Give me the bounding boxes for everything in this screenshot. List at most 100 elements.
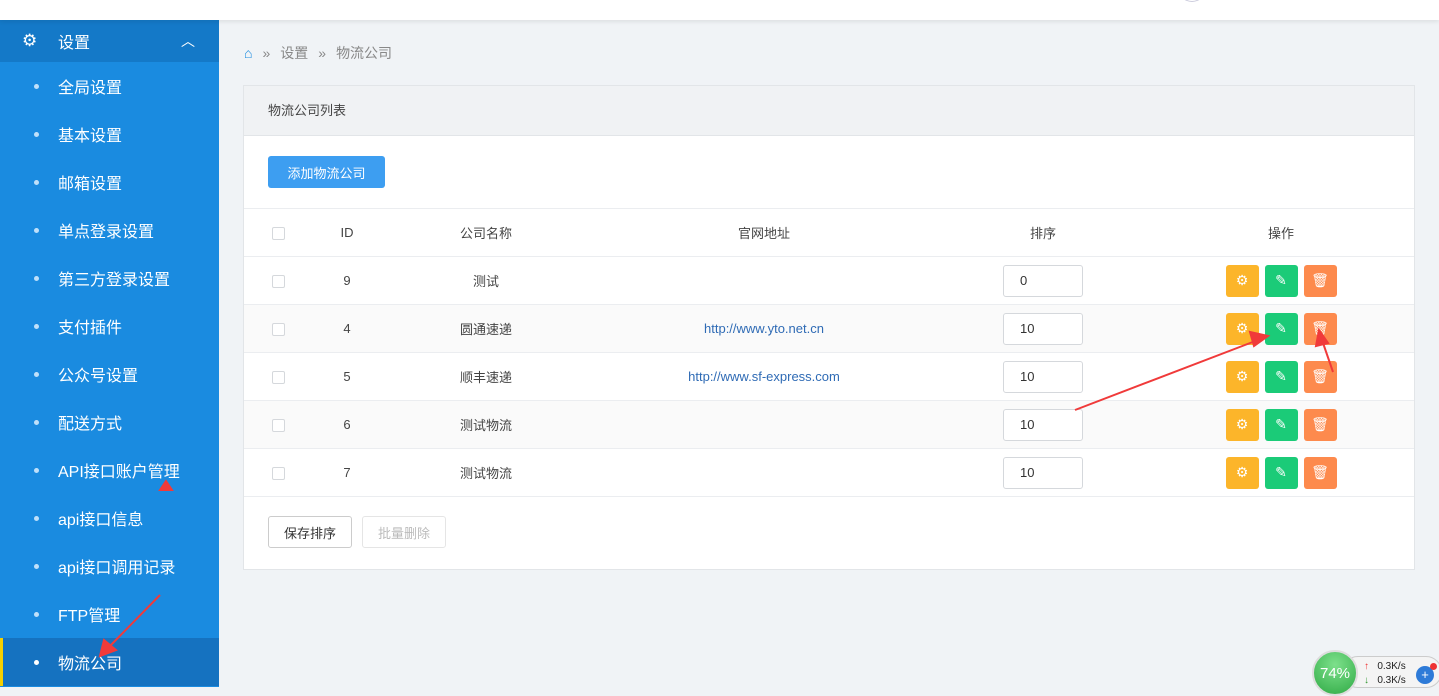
- sidebar-item-label: 配送方式: [58, 416, 123, 433]
- sort-input[interactable]: [1003, 312, 1083, 345]
- sidebar-item-label: 单点登录设置: [58, 224, 155, 241]
- table-row: 6 测试物流 ⚙✎🗑: [244, 400, 1414, 449]
- breadcrumb: ⌂ » 设置 » 物流公司: [244, 43, 392, 63]
- sidebar-item-label: 邮箱设置: [58, 176, 123, 193]
- settings-doc-icon[interactable]: ⚙: [1225, 264, 1259, 297]
- avatar[interactable]: [1178, 0, 1206, 2]
- add-company-button[interactable]: 添加物流公司: [268, 156, 385, 188]
- gear-icon: ⚙: [22, 31, 38, 50]
- plus-icon[interactable]: +: [1416, 663, 1437, 684]
- select-all-checkbox[interactable]: [271, 227, 285, 241]
- home-icon[interactable]: ⌂: [244, 45, 252, 61]
- trash-icon[interactable]: 🗑: [1303, 456, 1337, 489]
- breadcrumb-current: 物流公司: [336, 45, 393, 61]
- row-checkbox[interactable]: [271, 371, 285, 385]
- sidebar-item[interactable]: api接口信息: [0, 494, 219, 542]
- bullet-icon: [34, 227, 39, 233]
- cell-id: 9: [312, 256, 382, 305]
- breadcrumb-sep: »: [262, 45, 271, 61]
- save-sort-button[interactable]: 保存排序: [268, 516, 353, 548]
- sidebar-item[interactable]: 全局设置: [0, 62, 219, 110]
- bullet-icon: [34, 563, 39, 569]
- sort-input[interactable]: [1003, 456, 1083, 489]
- bullet-icon: [34, 515, 39, 521]
- cell-name: 测试物流: [382, 400, 590, 449]
- trash-icon[interactable]: 🗑: [1303, 360, 1337, 393]
- up-arrow-icon: ↑: [1364, 661, 1369, 672]
- sidebar-item[interactable]: 单点登录设置: [0, 206, 219, 254]
- sidebar-item-label: 全局设置: [58, 80, 123, 97]
- breadcrumb-sep: »: [318, 45, 327, 61]
- sidebar-item-label: API接口账户管理: [58, 464, 180, 481]
- sidebar-item[interactable]: 物流公司: [0, 638, 219, 686]
- sidebar-item[interactable]: API接口账户管理: [0, 446, 219, 494]
- cell-name: 圆通速递: [382, 304, 590, 353]
- edit-pencil-icon[interactable]: ✎: [1264, 456, 1298, 489]
- panel-title: 物流公司列表: [244, 86, 1414, 136]
- header-actions: 操作: [1148, 208, 1414, 257]
- bullet-icon: [34, 611, 39, 617]
- sidebar-item[interactable]: 基本设置: [0, 110, 219, 158]
- trash-icon[interactable]: 🗑: [1303, 312, 1337, 345]
- cell-id: 6: [312, 400, 382, 449]
- cell-url-link[interactable]: http://www.yto.net.cn: [704, 321, 824, 336]
- settings-doc-icon[interactable]: ⚙: [1225, 456, 1259, 489]
- logistics-panel: 物流公司列表 添加物流公司 ID 公司名称 官网地址 排序 操作 9 测试 ⚙✎…: [243, 85, 1415, 570]
- edit-pencil-icon[interactable]: ✎: [1264, 264, 1298, 297]
- header-sort: 排序: [938, 208, 1148, 257]
- settings-doc-icon[interactable]: ⚙: [1225, 312, 1259, 345]
- sidebar-section-settings[interactable]: ⚙ 设置 ︿: [0, 20, 219, 62]
- trash-icon[interactable]: 🗑: [1303, 408, 1337, 441]
- header-name: 公司名称: [382, 208, 590, 257]
- cell-url-link[interactable]: http://www.sf-express.com: [688, 369, 840, 384]
- percent-ball: 74%: [1312, 650, 1358, 696]
- bullet-icon: [34, 467, 39, 473]
- sidebar: ⚙ 设置 ︿ 全局设置基本设置邮箱设置单点登录设置 第三方登录设置 支付插件公众号设…: [0, 20, 219, 687]
- row-checkbox[interactable]: [271, 467, 285, 481]
- header-id: ID: [312, 208, 382, 257]
- sort-input[interactable]: [1003, 360, 1083, 393]
- upload-rate: 0.3K/s: [1377, 661, 1406, 672]
- download-rate: 0.3K/s: [1377, 675, 1406, 686]
- trash-icon[interactable]: 🗑: [1303, 264, 1337, 297]
- down-arrow-icon: ↓: [1364, 675, 1369, 686]
- row-checkbox[interactable]: [271, 275, 285, 289]
- sidebar-item-label: 支付插件: [58, 320, 123, 337]
- table-row: 4 圆通速递 http://www.yto.net.cn ⚙✎🗑: [244, 304, 1414, 353]
- row-checkbox[interactable]: [271, 419, 285, 433]
- sidebar-item[interactable]: 第三方登录设置: [0, 254, 219, 302]
- sidebar-item[interactable]: 配送方式: [0, 398, 219, 446]
- edit-pencil-icon[interactable]: ✎: [1264, 408, 1298, 441]
- sidebar-item[interactable]: 邮箱设置: [0, 158, 219, 206]
- sidebar-item[interactable]: 公众号设置: [0, 350, 219, 398]
- edit-pencil-icon[interactable]: ✎: [1264, 360, 1298, 393]
- sidebar-item-label: 第三方登录设置: [58, 272, 171, 289]
- breadcrumb-settings[interactable]: 设置: [280, 43, 308, 63]
- section-label: 设置: [58, 35, 91, 52]
- table-row: 9 测试 ⚙✎🗑: [244, 256, 1414, 305]
- cell-name: 测试物流: [382, 448, 590, 497]
- edit-pencil-icon[interactable]: ✎: [1264, 312, 1298, 345]
- bullet-icon: [34, 419, 39, 425]
- bullet-icon: [34, 659, 39, 665]
- sort-input[interactable]: [1003, 408, 1083, 441]
- sort-input[interactable]: [1003, 264, 1083, 297]
- top-bar: [0, 0, 1439, 20]
- network-monitor[interactable]: 74% ↑ 0.3K/s ↓ 0.3K/s +: [1312, 650, 1439, 696]
- bullet-icon: [34, 179, 39, 185]
- bullet-icon: [34, 131, 39, 137]
- sidebar-item[interactable]: api接口调用记录: [0, 542, 219, 590]
- bullet-icon: [34, 323, 39, 329]
- settings-doc-icon[interactable]: ⚙: [1225, 408, 1259, 441]
- table-row: 5 顺丰速递 http://www.sf-express.com ⚙✎🗑: [244, 352, 1414, 401]
- cell-id: 7: [312, 448, 382, 497]
- company-table: ID 公司名称 官网地址 排序 操作 9 测试 ⚙✎🗑 4 圆通速递 http:…: [244, 208, 1414, 497]
- sidebar-item-label: 基本设置: [58, 128, 123, 145]
- cell-name: 测试: [382, 256, 590, 305]
- table-row: 7 测试物流 ⚙✎🗑: [244, 448, 1414, 497]
- sidebar-item[interactable]: FTP管理: [0, 590, 219, 638]
- batch-delete-button[interactable]: 批量删除: [362, 516, 447, 548]
- row-checkbox[interactable]: [271, 323, 285, 337]
- sidebar-item[interactable]: 支付插件: [0, 302, 219, 350]
- settings-doc-icon[interactable]: ⚙: [1225, 360, 1259, 393]
